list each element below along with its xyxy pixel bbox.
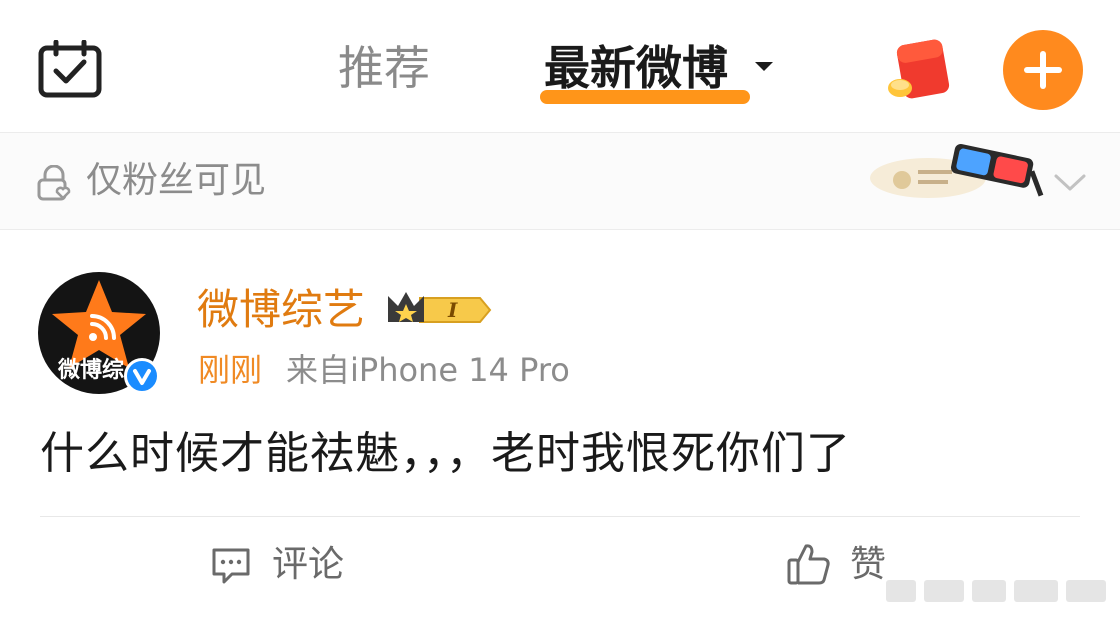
comment-button[interactable]: 评论 — [272, 540, 344, 590]
visibility-label: 仅粉丝可见 — [86, 160, 267, 201]
divider — [40, 516, 1080, 517]
comment-icon[interactable] — [210, 546, 252, 586]
plus-icon — [1024, 51, 1062, 89]
author-name[interactable]: 微博综艺 — [197, 282, 365, 338]
tab-latest[interactable]: 最新微博 — [544, 36, 728, 100]
avatar-caption: 微博综 — [58, 358, 125, 383]
crown-level-badge-icon: I — [388, 292, 492, 323]
red-packet-icon[interactable] — [886, 38, 958, 102]
post-source: 来自iPhone 14 Pro — [286, 351, 570, 389]
caret-down-icon[interactable] — [755, 62, 773, 71]
thumbs-up-icon[interactable] — [786, 542, 832, 586]
chevron-down-icon[interactable] — [1052, 170, 1088, 194]
post-text: 什么时候才能祛魅，，，老时我恨死你们了 — [40, 428, 851, 479]
tab-recommended[interactable]: 推荐 — [338, 36, 430, 100]
level-badge-text: I — [447, 298, 458, 322]
verified-v-icon — [133, 369, 151, 385]
3d-glasses-decoration-icon — [870, 143, 1044, 198]
post-time: 刚刚 — [198, 351, 263, 389]
verified-badge — [124, 358, 160, 394]
watermark — [880, 572, 1112, 610]
lock-heart-icon — [37, 165, 71, 201]
calendar-check-icon[interactable] — [38, 40, 102, 98]
compose-plus-button[interactable] — [1003, 30, 1083, 110]
